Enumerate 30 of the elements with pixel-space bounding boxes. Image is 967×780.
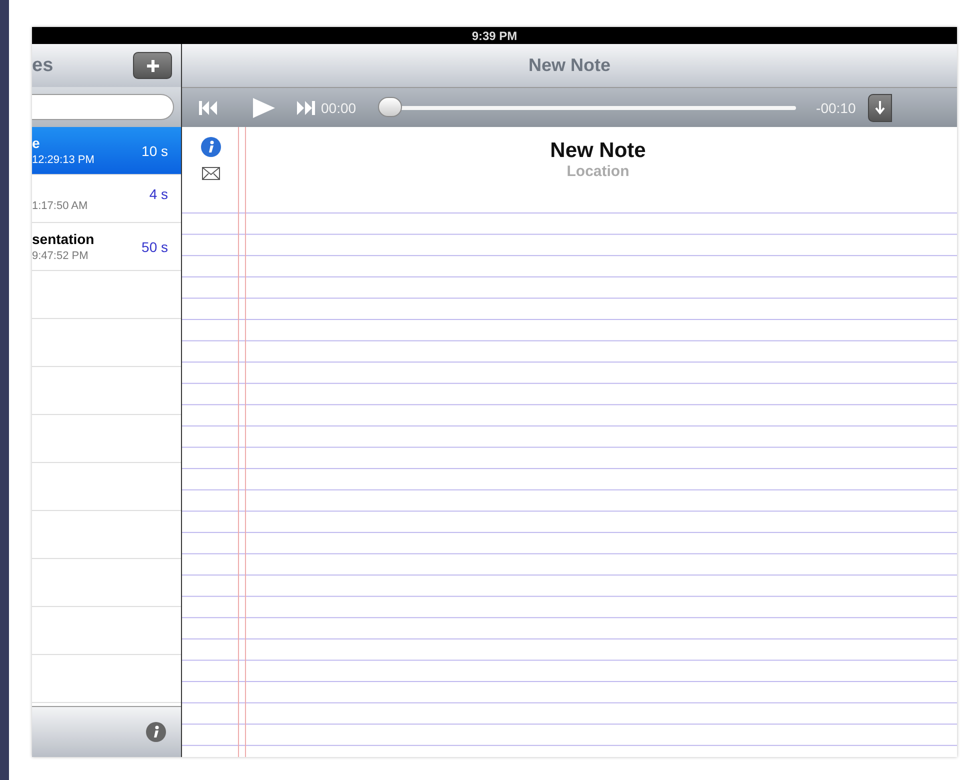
info-icon[interactable] [200,137,220,157]
recording-item[interactable]: sentation 9:47:52 PM 50 s [32,223,181,271]
play-icon[interactable] [253,98,275,118]
slider-thumb[interactable] [378,96,402,116]
info-icon[interactable] [146,722,166,742]
fast-forward-icon[interactable] [297,100,315,114]
add-button[interactable] [133,52,172,79]
recording-date: 1:17:50 AM [32,200,88,212]
status-time: 9:39 PM [472,28,518,42]
download-button[interactable] [868,94,892,122]
remaining-time: -00:10 [816,100,856,116]
recording-item[interactable]: e 12:29:13 PM 10 s [32,127,181,175]
recording-date: 9:47:52 PM [32,250,90,262]
recording-item[interactable]: 1:17:50 AM 4 s [32,175,181,223]
download-icon [874,100,885,114]
nav-title: New Note [528,55,610,76]
rewind-icon[interactable] [199,100,217,114]
recording-title: e [32,135,41,151]
recording-duration: 50 s [142,238,168,254]
recording-date: 12:29:13 PM [32,154,94,166]
recording-duration: 4 s [149,186,168,202]
note-title: New Note [550,139,646,163]
recording-title: sentation [32,231,94,247]
mail-icon[interactable] [202,167,220,180]
plus-icon [146,58,160,72]
sidebar-title: es [32,54,54,76]
elapsed-time: 00:00 [321,100,356,116]
progress-slider[interactable] [378,96,796,118]
recording-duration: 10 s [142,142,168,158]
search-field[interactable] [32,94,174,120]
